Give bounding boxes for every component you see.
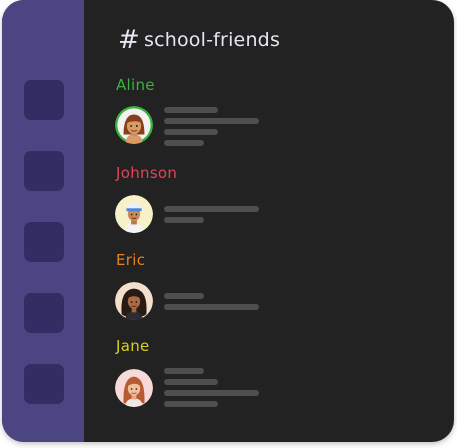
message-line — [164, 118, 259, 124]
message-line — [164, 206, 259, 212]
message-line — [164, 304, 259, 310]
message-line — [164, 129, 218, 135]
server-icon-2[interactable] — [24, 151, 64, 191]
username-eric[interactable]: Eric — [116, 251, 145, 269]
message-line — [164, 401, 218, 407]
message-line — [164, 217, 204, 223]
channel-name: school-friends — [144, 29, 281, 51]
message-line — [164, 293, 204, 299]
hash-icon: # — [118, 25, 140, 55]
avatar-jane[interactable] — [115, 369, 153, 407]
server-icon-5[interactable] — [24, 364, 64, 404]
server-sidebar — [2, 0, 84, 442]
username-aline[interactable]: Aline — [116, 76, 155, 94]
server-icon-1[interactable] — [24, 80, 64, 120]
message-line — [164, 140, 204, 146]
message-line — [164, 379, 218, 385]
avatar-eric[interactable] — [115, 282, 153, 320]
avatar-johnson[interactable] — [115, 195, 153, 233]
server-icon-3[interactable] — [24, 222, 64, 262]
message-line — [164, 107, 218, 113]
message-line — [164, 390, 259, 396]
channel-header: # school-friends — [118, 24, 280, 56]
username-johnson[interactable]: Johnson — [116, 164, 177, 182]
username-jane[interactable]: Jane — [116, 337, 150, 355]
avatar-aline[interactable] — [115, 106, 153, 144]
server-icon-4[interactable] — [24, 293, 64, 333]
message-line — [164, 368, 204, 374]
chat-window: # school-friends Aline Johnson Eric Jane — [2, 0, 454, 442]
